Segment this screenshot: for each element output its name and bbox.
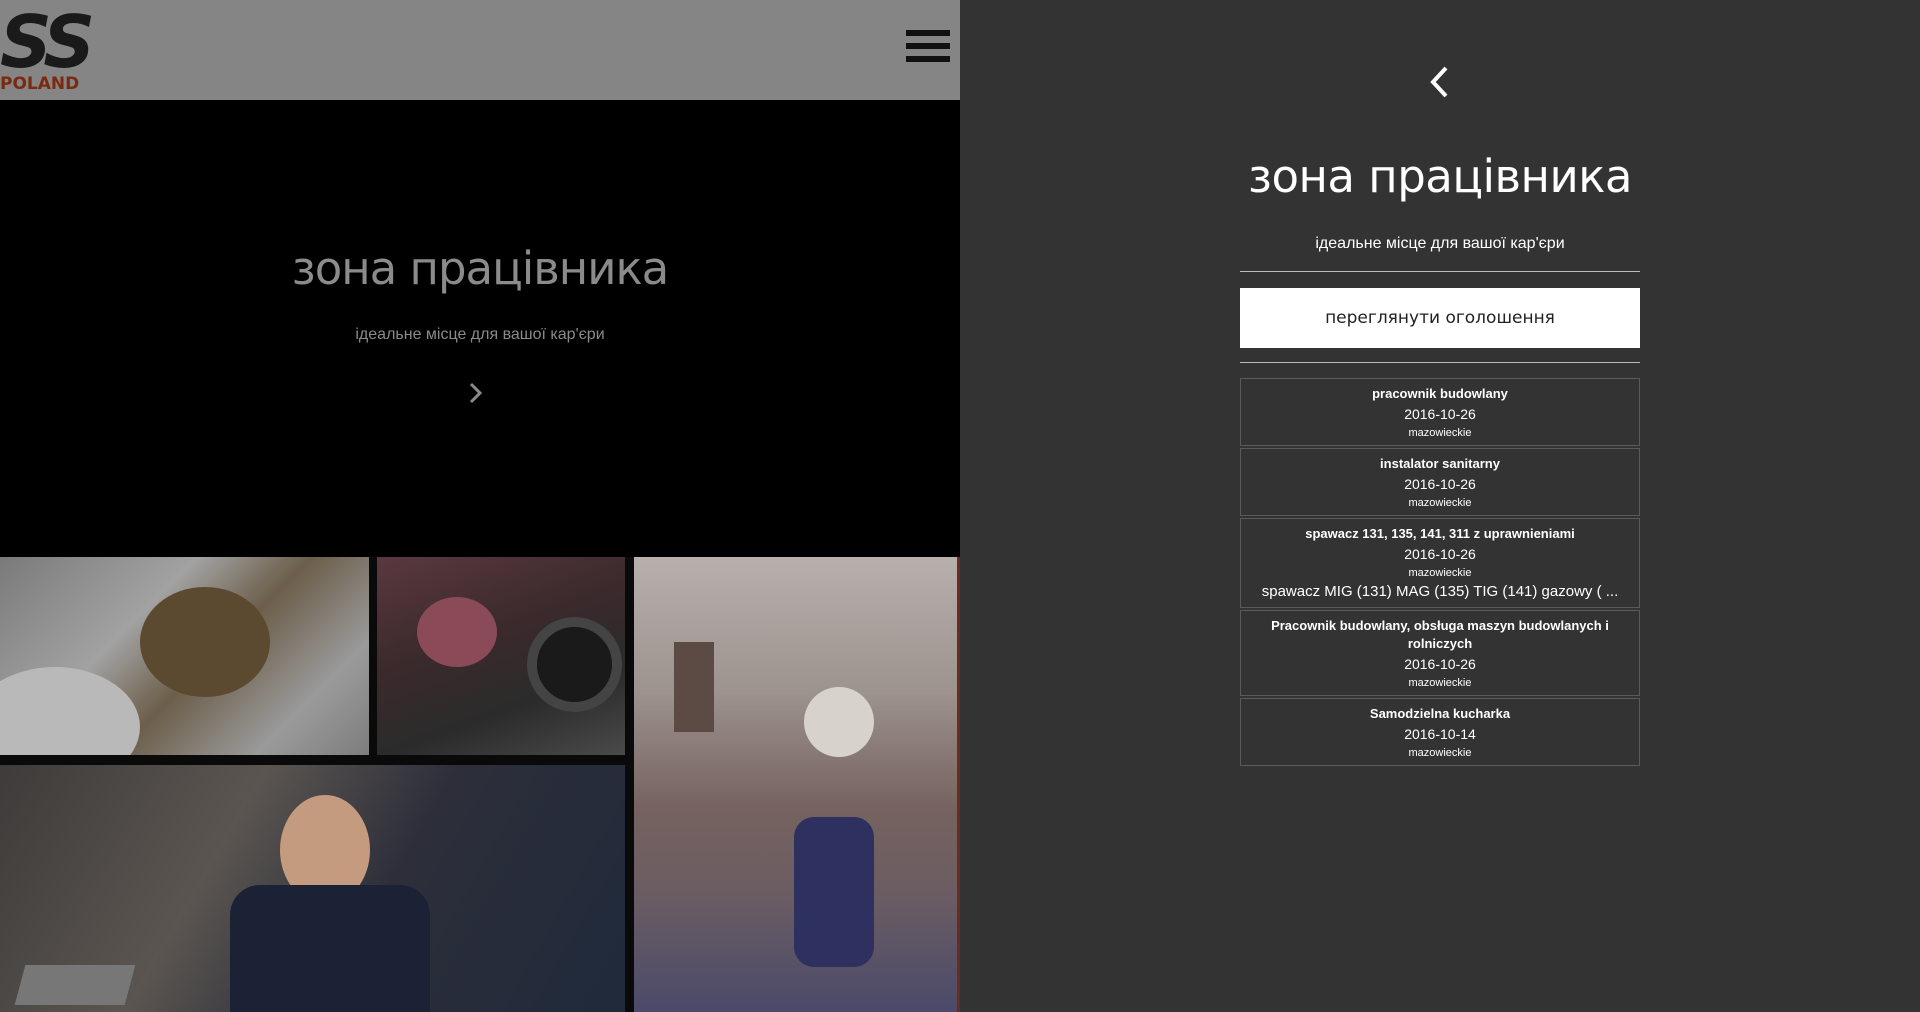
job-item[interactable]: Pracownik budowlany, obsługa maszyn budo… [1240,610,1640,696]
photo-builder [634,557,960,1012]
job-title: Samodzielna kucharka [1369,706,1511,721]
background-page: SS POLAND зона працівника ідеальне місце… [0,0,960,1012]
panel-subtitle: ідеальне місце для вашої кар'єри [1315,235,1565,252]
hamburger-icon[interactable] [906,30,950,70]
chevron-right-icon[interactable] [466,378,486,408]
job-region: mazowieckie [1408,567,1472,579]
hero-title: зона працівника [291,242,669,295]
job-region: mazowieckie [1408,677,1472,689]
job-title: spawacz 131, 135, 141, 311 z uprawnienia… [1305,526,1575,541]
view-ads-button[interactable]: переглянути оголошення [1240,288,1640,348]
job-date: 2016-10-14 [1404,726,1476,742]
logo-mark: SS [0,0,95,84]
hero-section: зона працівника ідеальне місце для вашої… [0,100,960,557]
job-item[interactable]: pracownik budowlany 2016-10-26 mazowieck… [1240,378,1640,446]
photo-cook [0,557,369,755]
photo-mechanic [377,557,625,755]
photo-laptop-man [0,765,625,1012]
worker-zone-panel: зона працівника ідеальне місце для вашої… [960,0,1920,1012]
hero-subtitle: ідеальне місце для вашої кар'єри [355,326,605,343]
logo-subtitle: POLAND [0,74,80,94]
job-date: 2016-10-26 [1404,656,1476,672]
site-logo[interactable]: SS POLAND [0,6,100,96]
job-title: instalator sanitarny [1380,456,1500,471]
job-item[interactable]: instalator sanitarny 2016-10-26 mazowiec… [1240,448,1640,516]
job-region: mazowieckie [1408,497,1472,509]
site-header: SS POLAND [0,0,960,100]
job-date: 2016-10-26 [1404,546,1476,562]
job-list: pracownik budowlany 2016-10-26 mazowieck… [1240,378,1640,768]
chevron-left-icon[interactable] [1429,64,1451,100]
job-region: mazowieckie [1408,747,1472,759]
job-item[interactable]: Samodzielna kucharka 2016-10-14 mazowiec… [1240,698,1640,766]
job-title: pracownik budowlany [1372,386,1508,401]
divider [1240,271,1640,272]
job-title: Pracownik budowlany, obsługa maszyn budo… [1271,618,1609,651]
job-date: 2016-10-26 [1404,476,1476,492]
job-item[interactable]: spawacz 131, 135, 141, 311 z uprawnienia… [1240,518,1640,608]
panel-title: зона працівника [1248,150,1632,203]
divider [1240,362,1640,363]
job-description: spawacz MIG (131) MAG (135) TIG (141) ga… [1261,583,1619,600]
job-region: mazowieckie [1408,427,1472,439]
job-date: 2016-10-26 [1404,406,1476,422]
photo-grid [0,557,960,1012]
